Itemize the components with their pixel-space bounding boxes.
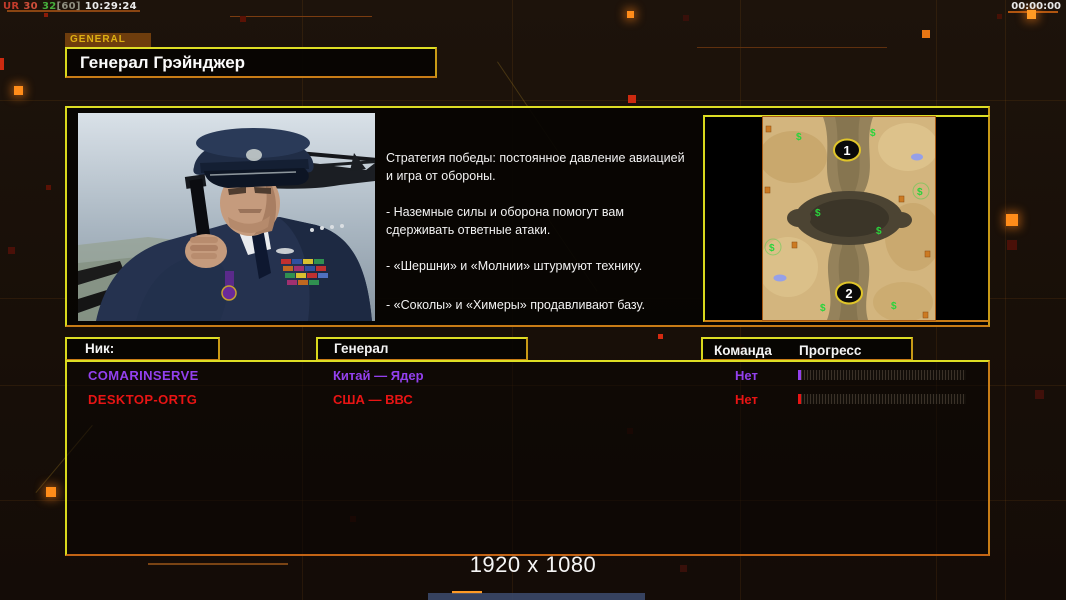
overlay-stat-value: 32 — [42, 1, 57, 12]
svg-text:1: 1 — [843, 143, 850, 158]
grid-line — [0, 100, 1066, 101]
briefing-paragraph: - «Соколы» и «Химеры» продавливают базу. — [386, 297, 698, 315]
player-nick: DESKTOP-ORTG — [88, 392, 197, 407]
supply-dollar-icon: $ — [815, 208, 821, 219]
player-team: Нет — [735, 368, 758, 383]
circuit-square — [627, 11, 634, 18]
portrait-illustration — [78, 113, 375, 321]
tab-general-label: GENERAL — [70, 34, 126, 45]
circuit-square — [0, 58, 4, 70]
supply-dollar-icon: $ — [870, 128, 876, 139]
progress-bar-track — [798, 370, 966, 380]
circuit-square — [658, 334, 663, 339]
circuit-square — [240, 16, 246, 22]
players-panel: COMARINSERVE Китай — Ядер Нет DESKTOP-OR… — [65, 360, 990, 556]
general-portrait — [78, 113, 375, 321]
briefing-paragraph: - Наземные силы и оборона помогут вам сд… — [386, 204, 698, 239]
circuit-square — [44, 13, 48, 17]
circuit-square — [683, 15, 689, 21]
column-header-team: Команда — [714, 341, 772, 361]
circuit-square — [628, 95, 636, 103]
general-info-panel: Стратегия победы: постоянное давление ав… — [65, 106, 990, 327]
player-progress-bar — [798, 394, 966, 404]
circuit-square — [1006, 214, 1018, 226]
map-marker-1: 1 — [834, 140, 860, 161]
circuit-square — [8, 247, 15, 254]
fps-overlay: UR 30 32[60] 10:29:24 — [3, 1, 141, 12]
overlay-cap-value: [60] — [56, 1, 80, 12]
player-nick: COMARINSERVE — [88, 368, 199, 383]
column-header-general: Генерал — [316, 337, 528, 361]
progress-bar-fill — [798, 370, 801, 380]
map-marker-2: 2 — [836, 283, 862, 304]
column-header-team-progress: Команда Прогресс — [701, 337, 913, 361]
briefing-paragraph: Стратегия победы: постоянное давление ав… — [386, 150, 698, 185]
grid-line — [1005, 0, 1006, 600]
general-title-box: Генерал Грэйнджер — [65, 47, 437, 78]
loading-screen: UR 30 32[60] 10:29:24 00:00:00 GENERAL Гене… — [0, 0, 1066, 600]
circuit-square — [46, 487, 56, 497]
progress-bar-fill — [798, 394, 801, 404]
supply-dollar-icon: $ — [820, 303, 826, 314]
column-header-nick: Ник: — [65, 337, 220, 361]
player-row: DESKTOP-ORTG США — ВВС Нет — [67, 388, 988, 412]
progress-bar-track — [798, 394, 966, 404]
player-general: США — ВВС — [333, 392, 413, 407]
briefing-paragraph: - «Шершни» и «Молнии» штурмуют технику. — [386, 258, 698, 276]
player-team: Нет — [735, 392, 758, 407]
page-title: Генерал Грэйнджер — [67, 49, 435, 76]
supply-dollar-icon: $ — [876, 226, 882, 237]
supply-dollar-icon: $ — [769, 243, 775, 254]
circuit-square — [922, 30, 930, 38]
overlay-fps-value: 30 — [23, 1, 38, 12]
circuit-square — [46, 185, 51, 190]
minimap: $ $ $ $ $ $ $ $ 1 — [763, 117, 935, 320]
supply-dollar-icon: $ — [891, 301, 897, 312]
overlay-clock: 10:29:24 — [85, 1, 137, 12]
svg-text:2: 2 — [845, 286, 852, 301]
bottom-taskbar-strip — [428, 593, 645, 600]
supply-dollar-icon: $ — [796, 132, 802, 143]
overlay-ur-label: UR — [3, 1, 19, 12]
player-row: COMARINSERVE Китай — Ядер Нет — [67, 364, 988, 388]
circuit-trace — [697, 47, 887, 48]
strategy-briefing: Стратегия победы: постоянное давление ав… — [386, 150, 698, 333]
minimap-image: $ $ $ $ $ $ $ $ 1 — [763, 117, 935, 320]
column-header-progress: Прогресс — [799, 341, 861, 361]
circuit-square — [997, 14, 1002, 19]
tab-general: GENERAL — [65, 33, 151, 47]
circuit-square — [1007, 240, 1017, 250]
resolution-label: 1920 x 1080 — [0, 552, 1066, 578]
minimap-box: $ $ $ $ $ $ $ $ 1 — [703, 115, 990, 322]
circuit-trace — [230, 16, 372, 17]
supply-dollar-icon: $ — [917, 187, 923, 198]
player-general: Китай — Ядер — [333, 368, 424, 383]
circuit-square — [14, 86, 23, 95]
player-progress-bar — [798, 370, 966, 380]
recording-timer: 00:00:00 — [1011, 1, 1061, 12]
circuit-square — [1035, 390, 1044, 399]
